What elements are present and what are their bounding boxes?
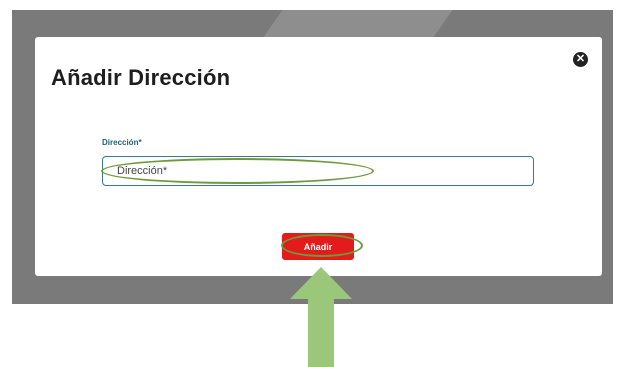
add-address-modal: ✕ Añadir Dirección Dirección* Añadir	[35, 37, 602, 276]
modal-title: Añadir Dirección	[51, 65, 231, 90]
address-input[interactable]	[102, 156, 534, 186]
up-arrow-icon	[290, 267, 352, 367]
close-icon[interactable]: ✕	[573, 52, 588, 67]
screenshot-stage: ✕ Añadir Dirección Dirección* Añadir	[0, 0, 619, 367]
address-field-label: Dirección*	[102, 138, 142, 147]
add-button[interactable]: Añadir	[282, 233, 354, 260]
